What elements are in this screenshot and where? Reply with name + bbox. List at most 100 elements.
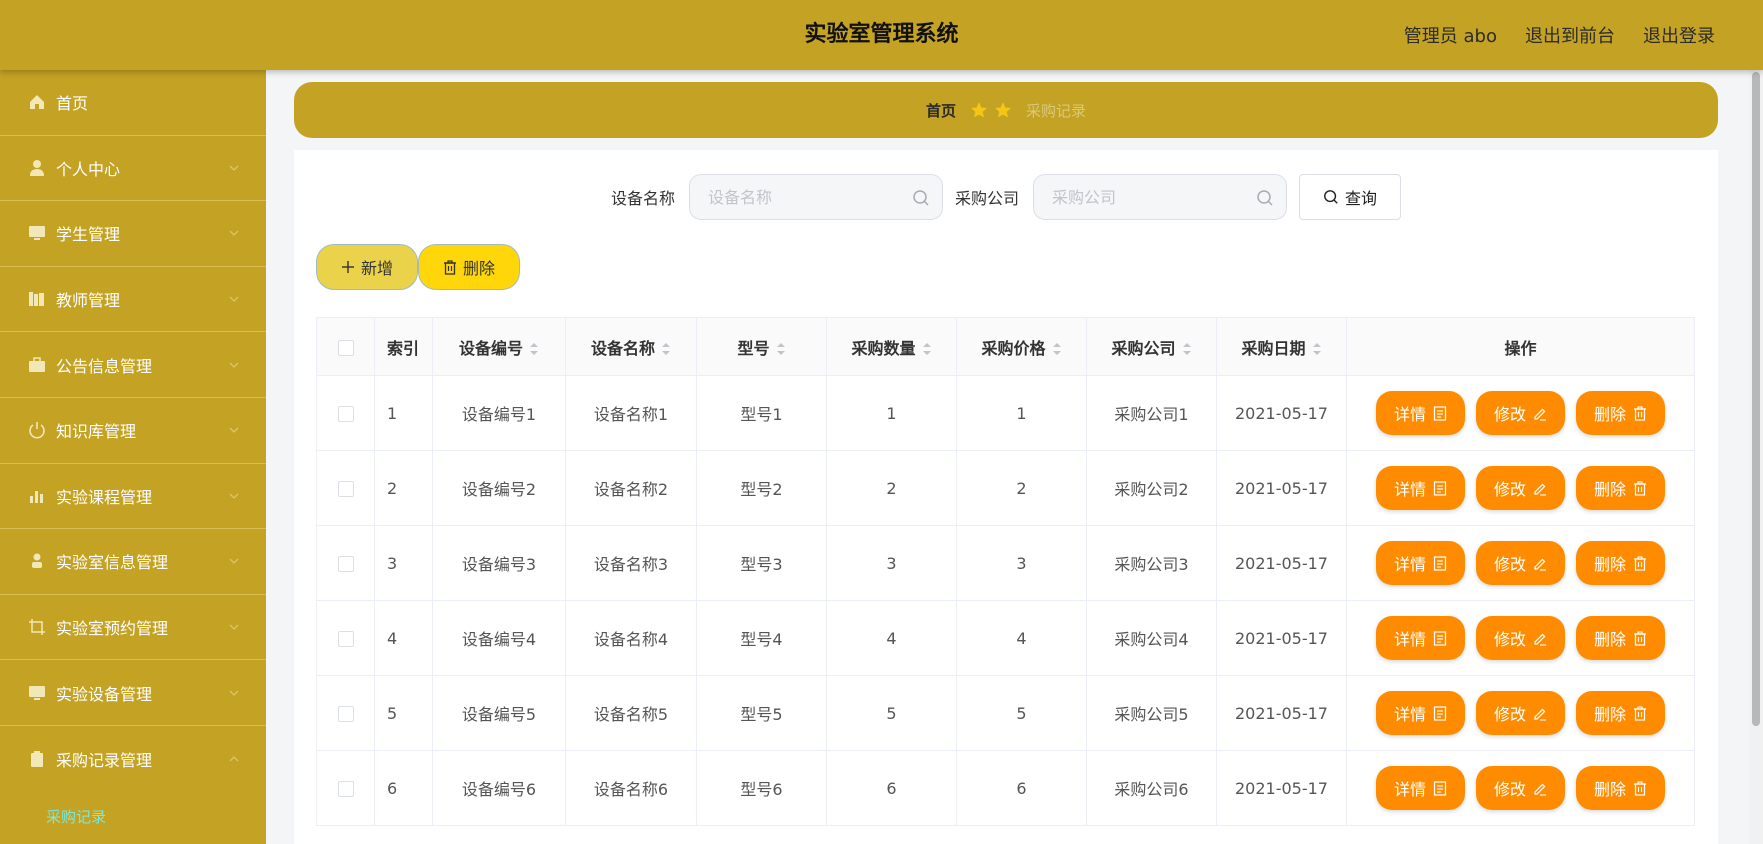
detail-button[interactable]: 详情 <box>1376 691 1465 735</box>
cell-index: 5 <box>374 675 433 751</box>
row-actions: 详情 修改 删除 <box>1347 691 1694 735</box>
sidebar-item-personal-center[interactable]: 个人中心 <box>0 136 266 202</box>
detail-button[interactable]: 详情 <box>1376 391 1465 435</box>
query-button[interactable]: 查询 <box>1299 174 1402 220</box>
chevron-down-icon <box>229 493 239 499</box>
sidebar-subitem-purchase-record[interactable]: 采购记录 <box>0 792 266 842</box>
detail-label: 详情 <box>1393 405 1426 424</box>
detail-button[interactable]: 详情 <box>1376 541 1465 585</box>
plus-icon <box>341 261 354 273</box>
row-checkbox[interactable] <box>337 781 354 797</box>
delete-button[interactable]: 删除 <box>1576 541 1665 585</box>
sidebar-item-teacher[interactable]: 教师管理 <box>0 267 266 333</box>
delete-button[interactable]: 删除 <box>1576 466 1665 510</box>
star-icon <box>970 101 988 119</box>
sidebar-item-equipment[interactable]: 实验设备管理 <box>0 660 266 726</box>
query-label: 查询 <box>1345 189 1378 208</box>
edit-button[interactable]: 修改 <box>1476 691 1565 735</box>
chevron-up-icon <box>229 755 239 762</box>
cell-device-name: 设备名称2 <box>565 450 697 526</box>
edit-label: 修改 <box>1493 780 1526 799</box>
delete-button[interactable]: 删除 <box>1576 766 1665 810</box>
cell-device-code: 设备编号1 <box>432 375 566 451</box>
chevron-down-icon <box>229 624 239 630</box>
column-header-sortable[interactable]: 设备编号 <box>432 317 566 376</box>
sidebar-item-lab-booking[interactable]: 实验室预约管理 <box>0 595 266 661</box>
sidebar-item-label: 知识库管理 <box>56 422 137 442</box>
column-header-sortable[interactable]: 采购公司 <box>1086 317 1217 376</box>
delete-button[interactable]: 删除 <box>1576 616 1665 660</box>
cell-device-name: 设备名称3 <box>565 525 697 601</box>
document-icon <box>1433 630 1447 646</box>
logout-link[interactable]: 退出登录 <box>1643 22 1715 48</box>
edit-label: 修改 <box>1493 480 1526 499</box>
page-scrollbar[interactable] <box>1749 70 1763 844</box>
device-name-input[interactable] <box>690 175 942 219</box>
sort-icon <box>1312 343 1321 355</box>
add-label: 新增 <box>360 259 393 278</box>
edit-icon <box>1534 783 1546 796</box>
search-bar: 设备名称 采购公司 查询 <box>294 174 1718 220</box>
edit-button[interactable]: 修改 <box>1476 541 1565 585</box>
column-header-sortable[interactable]: 采购数量 <box>826 317 957 376</box>
row-checkbox[interactable] <box>337 481 354 497</box>
column-header-sortable[interactable]: 采购日期 <box>1216 317 1347 376</box>
sidebar-item-label: 公告信息管理 <box>56 356 153 376</box>
trash-icon <box>1634 405 1646 421</box>
delete-button[interactable]: 删除 <box>1576 391 1665 435</box>
user-label[interactable]: 管理员 abo <box>1404 22 1497 48</box>
column-header-sortable[interactable]: 型号 <box>696 317 827 376</box>
delete-button[interactable]: 删除 <box>1576 691 1665 735</box>
detail-button[interactable]: 详情 <box>1376 616 1465 660</box>
crop-icon <box>28 618 46 636</box>
edit-button[interactable]: 修改 <box>1476 766 1565 810</box>
cell-price: 5 <box>956 675 1087 751</box>
select-all-checkbox[interactable] <box>337 339 354 356</box>
sidebar-item-notice[interactable]: 公告信息管理 <box>0 332 266 398</box>
sidebar-item-purchase[interactable]: 采购记录管理 <box>0 726 266 792</box>
sidebar-item-label: 首页 <box>56 94 89 114</box>
row-checkbox[interactable] <box>337 706 354 722</box>
company-label: 采购公司 <box>955 189 1020 208</box>
detail-button[interactable]: 详情 <box>1376 466 1465 510</box>
front-link[interactable]: 退出到前台 <box>1525 22 1615 48</box>
chevron-down-icon <box>229 558 239 565</box>
row-checkbox[interactable] <box>337 406 354 422</box>
trash-icon <box>1634 555 1646 571</box>
column-header-sortable[interactable]: 设备名称 <box>565 317 697 376</box>
batch-delete-button[interactable]: 删除 <box>418 244 520 290</box>
edit-button[interactable]: 修改 <box>1476 466 1565 510</box>
briefcase-icon <box>28 356 46 374</box>
column-header-label: 采购公司 <box>1111 338 1176 358</box>
cell-device-name: 设备名称4 <box>565 600 697 676</box>
edit-button[interactable]: 修改 <box>1476 391 1565 435</box>
sidebar-item-label: 采购记录管理 <box>56 750 153 770</box>
select-all-cell <box>316 317 375 376</box>
books-icon <box>28 290 46 308</box>
cell-model: 型号5 <box>696 675 827 751</box>
row-checkbox[interactable] <box>337 556 354 572</box>
add-button[interactable]: 新增 <box>316 244 418 290</box>
breadcrumb-home[interactable]: 首页 <box>926 100 956 121</box>
row-select-cell <box>316 600 375 676</box>
table-row: 1 设备编号1 设备名称1 型号1 1 1 采购公司1 2021-05-17 详情 修改 删除 <box>316 375 1695 451</box>
cell-quantity: 6 <box>826 750 957 826</box>
company-input[interactable] <box>1034 175 1287 219</box>
sidebar-item-course[interactable]: 实验课程管理 <box>0 464 266 530</box>
edit-button[interactable]: 修改 <box>1476 616 1565 660</box>
chevron-down-icon <box>229 427 239 434</box>
sidebar-item-home[interactable]: 首页 <box>0 70 266 136</box>
column-header-label: 采购数量 <box>851 338 916 358</box>
row-checkbox[interactable] <box>337 631 354 647</box>
column-header: 操作 <box>1346 317 1695 376</box>
sidebar-item-lab-info[interactable]: 实验室信息管理 <box>0 529 266 595</box>
sidebar-item-student[interactable]: 学生管理 <box>0 201 266 267</box>
column-header-label: 采购日期 <box>1241 338 1306 358</box>
detail-button[interactable]: 详情 <box>1376 766 1465 810</box>
star-icon <box>994 101 1012 119</box>
sidebar-item-knowledge[interactable]: 知识库管理 <box>0 398 266 464</box>
column-header-sortable[interactable]: 采购价格 <box>956 317 1087 376</box>
sort-icon <box>776 343 785 355</box>
scrollbar-thumb[interactable] <box>1752 72 1760 726</box>
cell-company: 采购公司3 <box>1086 525 1217 601</box>
